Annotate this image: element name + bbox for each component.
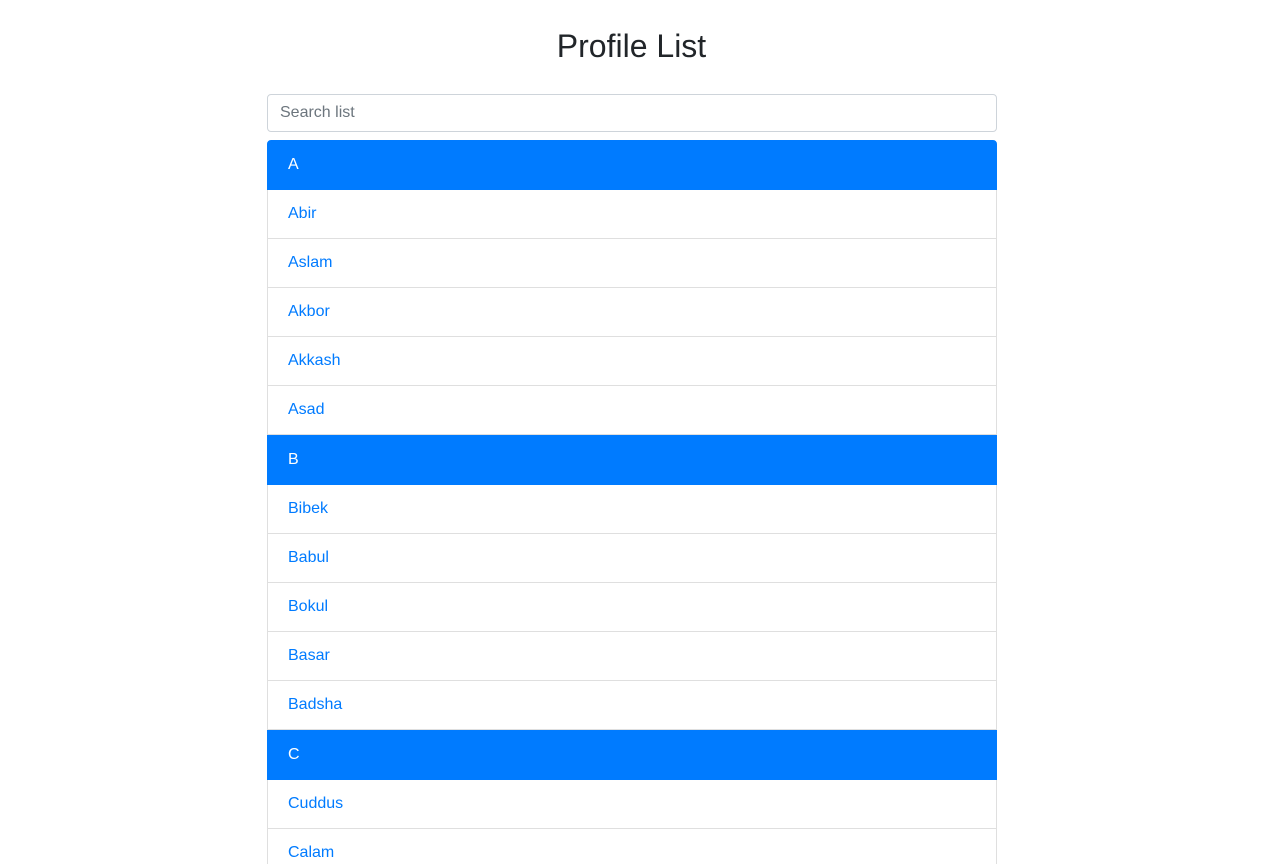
list-item[interactable]: Bibek	[267, 485, 997, 534]
list-item[interactable]: Akbor	[267, 288, 997, 337]
group-letter: C	[288, 746, 300, 763]
search-input[interactable]	[267, 94, 997, 132]
list-item[interactable]: Calam	[267, 829, 997, 864]
profile-name: Aslam	[288, 254, 333, 271]
profile-name: Bibek	[288, 500, 329, 517]
list-item[interactable]: Badsha	[267, 681, 997, 730]
list-item[interactable]: Abir	[267, 190, 997, 239]
profile-name: Calam	[288, 844, 335, 861]
group-header-a: A	[267, 140, 997, 190]
profile-name: Asad	[288, 401, 325, 418]
group-letter: B	[288, 451, 299, 468]
group-letter: A	[288, 156, 299, 173]
profile-name: Abir	[288, 205, 317, 222]
list-item[interactable]: Bokul	[267, 583, 997, 632]
list-item[interactable]: Asad	[267, 386, 997, 435]
profile-name: Badsha	[288, 696, 343, 713]
list-item[interactable]: Aslam	[267, 239, 997, 288]
profile-list: A Abir Aslam Akbor Akkash Asad B Bibek B…	[267, 140, 997, 864]
profile-name: Akkash	[288, 352, 341, 369]
profile-name: Cuddus	[288, 795, 344, 812]
group-header-c: C	[267, 730, 997, 780]
profile-name: Akbor	[288, 303, 330, 320]
profile-list-page: Profile List A Abir Aslam Akbor Akkash A…	[0, 0, 1263, 864]
profile-name: Babul	[288, 549, 329, 566]
list-item[interactable]: Cuddus	[267, 780, 997, 829]
profile-name: Bokul	[288, 598, 329, 615]
list-item[interactable]: Akkash	[267, 337, 997, 386]
group-header-b: B	[267, 435, 997, 485]
list-item[interactable]: Babul	[267, 534, 997, 583]
list-item[interactable]: Basar	[267, 632, 997, 681]
profile-name: Basar	[288, 647, 330, 664]
page-title: Profile List	[556, 28, 707, 64]
